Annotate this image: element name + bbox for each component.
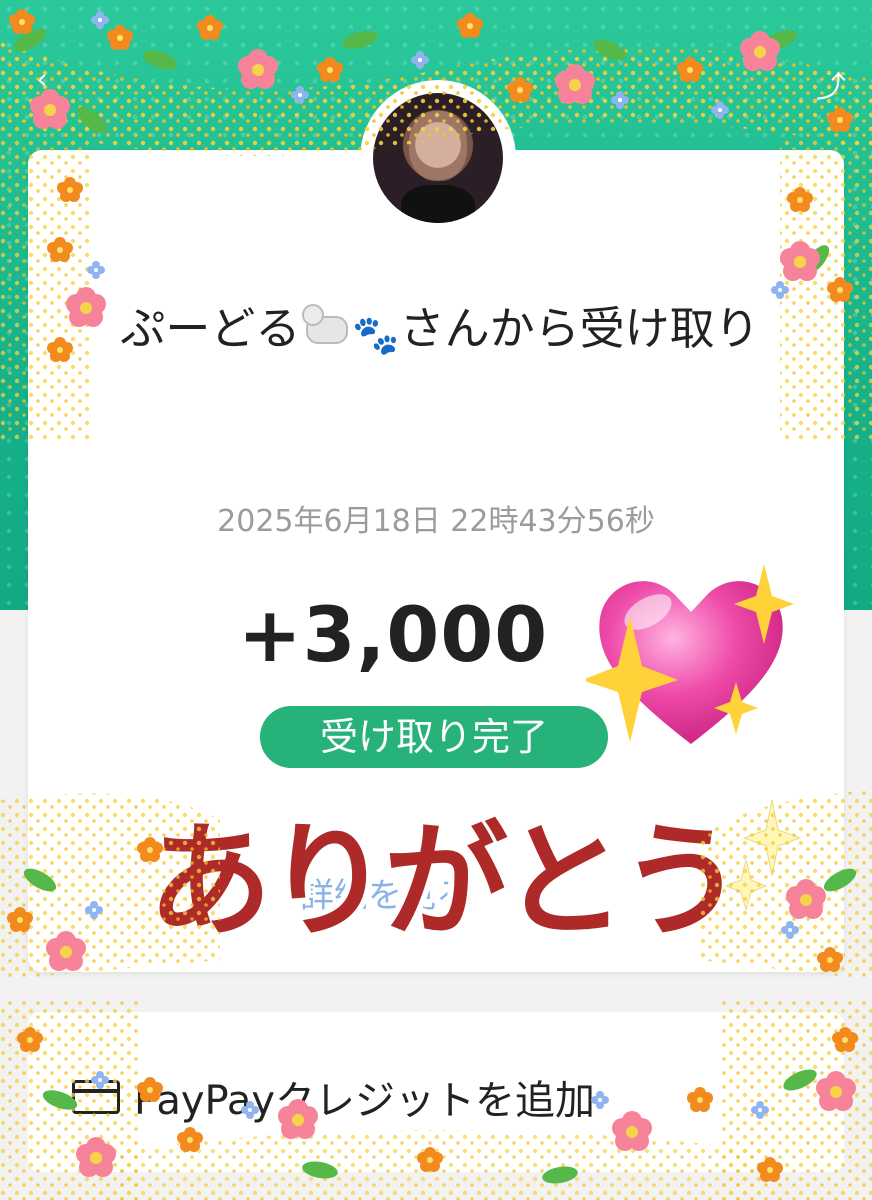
- add-credit-button[interactable]: PayPayクレジットを追加: [72, 1068, 595, 1126]
- avatar-image: [373, 93, 503, 223]
- amount-value: +3,000: [238, 590, 549, 679]
- avatar: [360, 80, 516, 236]
- poodle-icon: [300, 300, 352, 352]
- chevron-left-icon[interactable]: ‹: [36, 62, 48, 97]
- share-icon[interactable]: ⤴: [816, 62, 846, 106]
- add-credit-label: PayPayクレジットを追加: [134, 1078, 596, 1124]
- page-title: ぷーどる 🐾さんから受け取り: [90, 300, 790, 364]
- thank-you-sticker: ありがとう: [148, 810, 744, 954]
- credit-card-icon: [72, 1080, 120, 1114]
- sender-name: ぷーどる: [120, 302, 301, 355]
- title-suffix: さんから受け取り: [399, 302, 760, 355]
- paws-icon: 🐾: [352, 313, 400, 357]
- sparkle-icon: [726, 800, 802, 910]
- status-badge: 受け取り完了: [260, 706, 608, 768]
- heart-sticker: [586, 564, 794, 744]
- transaction-timestamp: 2025年6月18日 22時43分56秒: [217, 504, 655, 539]
